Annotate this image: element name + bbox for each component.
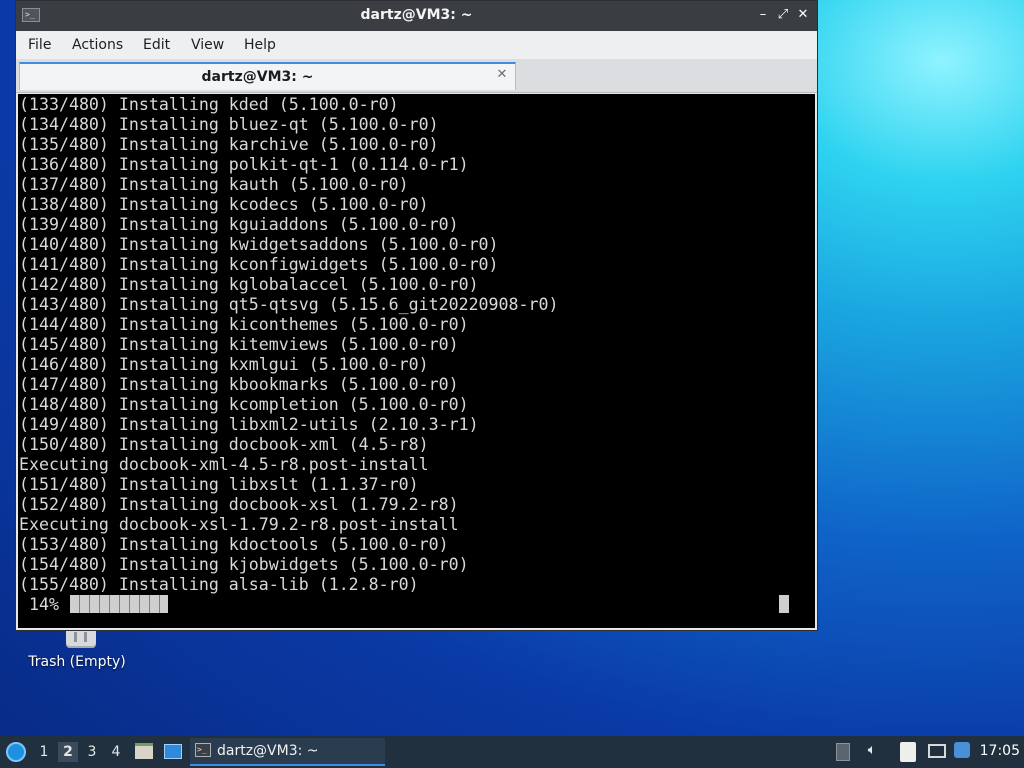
terminal-line: (133/480) Installing kded (5.100.0-r0) (19, 95, 399, 114)
terminal-line: Executing docbook-xsl-1.79.2-r8.post-ins… (19, 515, 459, 534)
clock[interactable]: 17:05 (980, 743, 1020, 759)
terminal-line: (151/480) Installing libxslt (1.1.37-r0) (19, 475, 419, 494)
network-icon[interactable] (928, 744, 946, 758)
terminal-line: (140/480) Installing kwidgetsaddons (5.1… (19, 235, 499, 254)
maximize-button[interactable]: ⤢ (775, 7, 791, 23)
terminal-line: (139/480) Installing kguiaddons (5.100.0… (19, 215, 459, 234)
terminal-line: Executing docbook-xml-4.5-r8.post-instal… (19, 455, 429, 474)
terminal-line: (154/480) Installing kjobwidgets (5.100.… (19, 555, 469, 574)
terminal-line: (135/480) Installing karchive (5.100.0-r… (19, 135, 439, 154)
taskbar: 1 2 3 4 >_ dartz@VM3: ~ 🔈︎ 17:05 (0, 736, 1024, 768)
menu-edit[interactable]: Edit (143, 37, 170, 53)
terminal-line: (143/480) Installing qt5-qtsvg (5.15.6_g… (19, 295, 559, 314)
tab-bar: dartz@VM3: ~ ✕ (16, 59, 817, 93)
window-title: dartz@VM3: ~ (360, 7, 473, 23)
terminal-line: (138/480) Installing kcodecs (5.100.0-r0… (19, 195, 429, 214)
tab-terminal[interactable]: dartz@VM3: ~ ✕ (19, 62, 516, 90)
terminal-line: (153/480) Installing kdoctools (5.100.0-… (19, 535, 449, 554)
volume-icon[interactable]: 🔈︎ (862, 742, 882, 762)
show-desktop-icon[interactable] (164, 744, 182, 759)
minimize-button[interactable]: – (755, 7, 771, 23)
trash-label: Trash (Empty) (28, 654, 126, 670)
window-titlebar[interactable]: >_ dartz@VM3: ~ – ⤢ ✕ (16, 1, 817, 31)
menu-actions[interactable]: Actions (72, 37, 123, 53)
task-terminal[interactable]: >_ dartz@VM3: ~ (190, 738, 385, 766)
workspace-1[interactable]: 1 (34, 742, 54, 762)
close-button[interactable]: ✕ (795, 7, 811, 23)
progress-percent: 14% (19, 595, 59, 614)
terminal-line: (144/480) Installing kiconthemes (5.100.… (19, 315, 469, 334)
tab-title: dartz@VM3: ~ (201, 69, 314, 85)
terminal-line: (155/480) Installing alsa-lib (1.2.8-r0) (19, 575, 419, 594)
menu-help[interactable]: Help (244, 37, 276, 53)
terminal-line: (134/480) Installing bluez-qt (5.100.0-r… (19, 115, 439, 134)
terminal-line: (137/480) Installing kauth (5.100.0-r0) (19, 175, 409, 194)
trash-icon[interactable] (66, 628, 96, 648)
terminal-line: (150/480) Installing docbook-xml (4.5-r8… (19, 435, 429, 454)
progress-bar (70, 595, 168, 613)
terminal-line: (147/480) Installing kbookmarks (5.100.0… (19, 375, 459, 394)
menubar: File Actions Edit View Help (16, 31, 817, 59)
terminal-icon: >_ (195, 743, 211, 757)
workspace-4[interactable]: 4 (106, 742, 126, 762)
terminal-lines: (133/480) Installing kded (5.100.0-r0) (1… (19, 95, 558, 595)
desktop-trash[interactable]: Trash (Empty) (22, 626, 132, 678)
update-icon[interactable] (954, 742, 970, 758)
terminal-output[interactable]: (133/480) Installing kded (5.100.0-r0) (1… (18, 94, 815, 628)
tab-close-icon[interactable]: ✕ (495, 68, 509, 82)
clipboard-icon[interactable] (900, 742, 916, 762)
eject-icon[interactable] (836, 743, 850, 761)
terminal-line: (152/480) Installing docbook-xsl (1.79.2… (19, 495, 459, 514)
terminal-line: (148/480) Installing kcompletion (5.100.… (19, 395, 469, 414)
task-label: dartz@VM3: ~ (217, 743, 319, 759)
terminal-line: (136/480) Installing polkit-qt-1 (0.114.… (19, 155, 469, 174)
terminal-line: (145/480) Installing kitemviews (5.100.0… (19, 335, 459, 354)
menu-view[interactable]: View (191, 37, 224, 53)
terminal-line: (142/480) Installing kglobalaccel (5.100… (19, 275, 479, 294)
terminal-line: (149/480) Installing libxml2-utils (2.10… (19, 415, 479, 434)
workspace-2[interactable]: 2 (58, 742, 78, 762)
terminal-cursor (779, 595, 789, 613)
terminal-window: >_ dartz@VM3: ~ – ⤢ ✕ File Actions Edit … (15, 0, 818, 631)
start-menu-icon[interactable] (6, 742, 26, 762)
file-manager-icon[interactable] (135, 743, 153, 759)
menu-file[interactable]: File (28, 37, 51, 53)
terminal-line: (146/480) Installing kxmlgui (5.100.0-r0… (19, 355, 429, 374)
workspace-3[interactable]: 3 (82, 742, 102, 762)
terminal-line: (141/480) Installing kconfigwidgets (5.1… (19, 255, 499, 274)
